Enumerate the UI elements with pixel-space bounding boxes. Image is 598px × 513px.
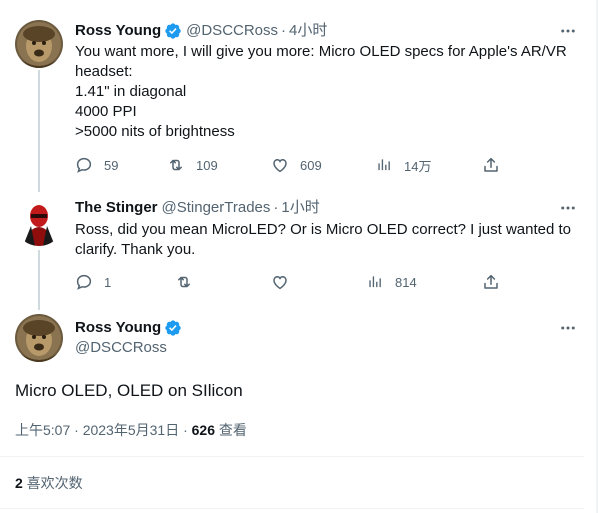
retweet-icon: [178, 276, 190, 288]
tweet-text-line: clarify. Thank you.: [75, 241, 196, 258]
divider: [0, 456, 584, 457]
reply-icon: [76, 157, 92, 173]
main-tweet-text: Micro OLED, OLED on SIlicon: [15, 381, 243, 400]
tweet-text-line: >5000 nits of brightness: [75, 123, 235, 140]
heart-icon: [273, 158, 287, 173]
reply-button[interactable]: 1: [75, 272, 111, 292]
likes-label: 喜欢次数: [22, 475, 83, 491]
view-count: 626: [191, 422, 215, 438]
reply-icon: [76, 274, 92, 290]
retweet-button[interactable]: [175, 272, 193, 292]
author-name[interactable]: The Stinger: [75, 198, 158, 218]
tweet-text-line: 4000 PPI: [75, 103, 137, 120]
view-label: 查看: [215, 422, 247, 438]
author-handle[interactable]: @DSCCRoss: [186, 21, 278, 41]
more-button[interactable]: [558, 21, 578, 41]
reply-count: 59: [104, 157, 119, 173]
tweet-actions: 59 109 609 14万: [75, 155, 515, 175]
views-button[interactable]: 814: [366, 272, 417, 292]
views-button[interactable]: 14万: [375, 155, 431, 175]
author-name[interactable]: Ross Young: [75, 21, 161, 41]
separator-dot: ·: [281, 22, 287, 39]
more-icon: [561, 326, 575, 330]
avatar[interactable]: [15, 20, 63, 68]
avatar[interactable]: [15, 198, 63, 246]
views-icon: [378, 159, 390, 171]
like-count: 609: [300, 157, 322, 173]
share-button[interactable]: [482, 272, 500, 292]
likes-count: 2: [15, 475, 23, 491]
share-button[interactable]: [482, 155, 500, 175]
tweet-text-line: 1.41" in diagonal: [75, 83, 187, 100]
share-icon: [484, 157, 498, 172]
heart-icon: [273, 275, 287, 290]
tweet-time[interactable]: 1小时: [281, 198, 319, 218]
tweet-text: You want more, I will give you more: Mic…: [75, 42, 580, 142]
retweet-icon: [170, 159, 182, 171]
avatar[interactable]: [15, 314, 63, 362]
reply-count: 1: [104, 274, 112, 290]
author-handle[interactable]: @StingerTrades: [162, 198, 271, 218]
reply-button[interactable]: 59: [75, 155, 118, 175]
tweet-handle-row: @DSCCRoss: [75, 338, 167, 358]
views-icon: [369, 276, 381, 288]
like-button[interactable]: 609: [271, 155, 322, 175]
thread-line: [38, 250, 40, 310]
tweet-header: Ross Young @DSCCRoss · 4小时: [75, 21, 327, 41]
tweet-text-line: You want more, I will give you more: Mic…: [75, 43, 567, 60]
verified-badge-icon: [164, 22, 182, 40]
more-button[interactable]: [558, 198, 578, 218]
more-icon: [561, 206, 575, 210]
tweet-timestamp[interactable]: 上午5:07 · 2023年5月31日 ·: [15, 422, 192, 438]
tweet-text-line: Ross, did you mean MicroLED? Or is Micro…: [75, 221, 572, 238]
views-count: 14万: [404, 158, 432, 174]
like-button[interactable]: [271, 272, 289, 292]
verified-badge-icon: [164, 319, 182, 337]
likes-summary[interactable]: 2 喜欢次数: [15, 473, 83, 493]
tweet-header: The Stinger @StingerTrades · 1小时: [75, 198, 320, 218]
tweet-actions: 1 814: [75, 272, 515, 292]
more-icon: [561, 29, 575, 33]
share-icon: [484, 274, 498, 289]
tweet-thread-page: Ross Young @DSCCRoss · 4小时 You want more…: [0, 0, 598, 513]
author-name[interactable]: Ross Young: [75, 318, 161, 338]
separator-dot: ·: [273, 199, 279, 216]
tweet-header: Ross Young: [75, 318, 182, 338]
more-button[interactable]: [558, 318, 578, 338]
thread-line: [38, 70, 40, 192]
views-count: 814: [395, 274, 417, 290]
tweet-text: Ross, did you mean MicroLED? Or is Micro…: [75, 220, 580, 260]
retweet-button[interactable]: 109: [167, 155, 218, 175]
divider: [0, 508, 584, 509]
tweet-meta: 上午5:07 · 2023年5月31日 · 626 查看: [15, 420, 247, 440]
author-handle[interactable]: @DSCCRoss: [75, 338, 167, 358]
tweet-time[interactable]: 4小时: [289, 21, 327, 41]
retweet-count: 109: [196, 157, 218, 173]
tweet-text-line: headset:: [75, 63, 133, 80]
